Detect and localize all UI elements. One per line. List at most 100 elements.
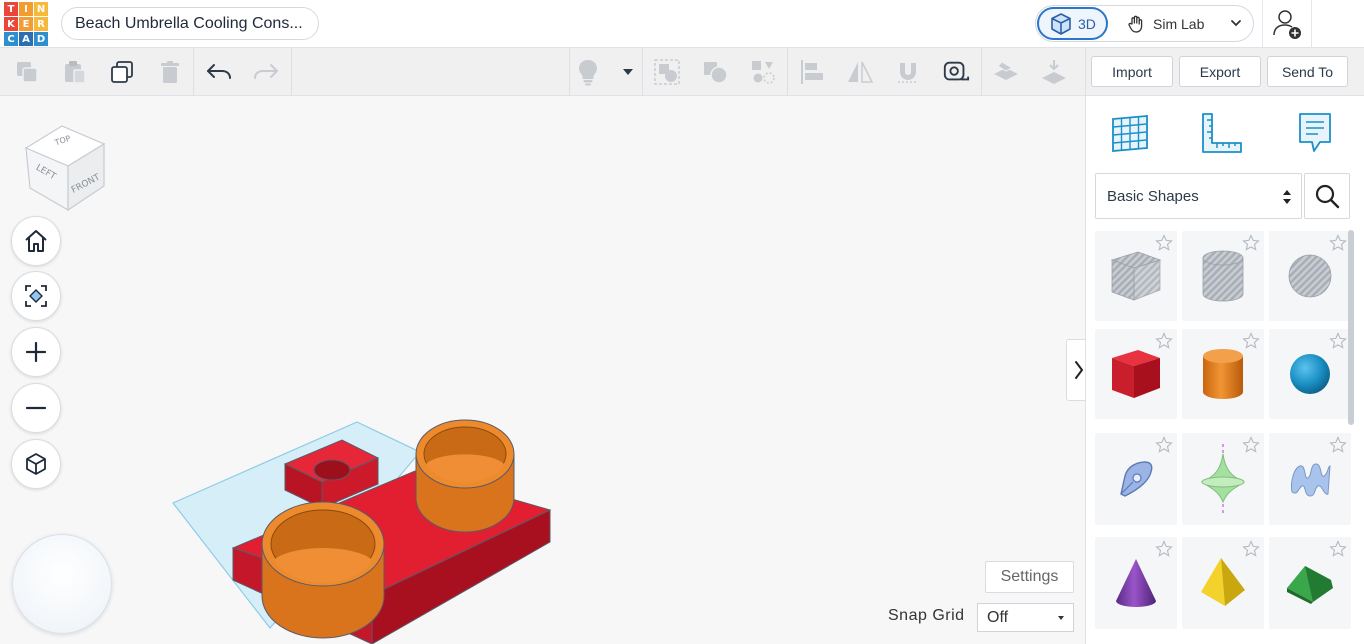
star-icon[interactable] [1329,436,1347,454]
copy-button[interactable] [13,58,41,86]
copy-icon [17,62,38,83]
shape-tile-roof[interactable] [1269,537,1351,629]
logo-letter: T [4,2,18,16]
group-button[interactable] [653,58,681,86]
caret-down-icon [1058,616,1064,620]
drop-button[interactable] [1040,58,1068,86]
add-user-button[interactable] [1262,0,1312,48]
shape-tile-box-hole[interactable] [1095,231,1177,321]
import-button[interactable]: Import [1091,56,1173,87]
orbit-joystick[interactable] [12,534,112,634]
minus-icon [25,406,47,410]
design-scene[interactable] [160,416,580,644]
tape-measure-icon [943,61,970,81]
settings-button[interactable]: Settings [985,561,1074,593]
star-icon[interactable] [1329,332,1347,350]
view-cube[interactable]: TOP LEFT FRONT [22,122,112,218]
workplane-button[interactable] [992,58,1020,86]
toolbar-separator [981,48,982,96]
star-icon[interactable] [1155,332,1173,350]
zoom-out-button[interactable] [11,383,61,433]
delete-button[interactable] [156,58,184,86]
toolbar-separator [642,48,643,96]
home-icon [25,230,47,252]
notes-dropdown-button[interactable] [614,58,642,86]
shape-tile-scribble[interactable] [1095,433,1177,525]
roof-icon [1287,566,1333,604]
plus-icon [25,341,47,363]
grid-plane-icon [1112,115,1148,152]
pyramid-icon [1201,558,1245,606]
star-icon[interactable] [1155,436,1173,454]
zoom-in-button[interactable] [11,327,61,377]
star-icon[interactable] [1242,332,1260,350]
star-icon[interactable] [1242,540,1260,558]
undo-button[interactable] [205,58,233,86]
search-icon [1315,184,1340,209]
fit-view-button[interactable] [11,271,61,321]
tinkercad-logo[interactable]: T I N K E R C A D [4,2,48,46]
workplane-tool-button[interactable] [1107,110,1153,156]
undo-icon [207,64,231,79]
mode-3d-label: 3D [1078,15,1096,32]
shape-tile-sphere[interactable] [1269,329,1351,419]
star-icon[interactable] [1155,540,1173,558]
logo-letter: I [19,2,33,16]
mode-simlab-label: Sim Lab [1153,15,1205,32]
cylinder-icon [1203,349,1243,399]
panel-collapse-button[interactable] [1066,339,1085,401]
mode-3d-button[interactable]: 3D [1037,7,1108,40]
project-title[interactable]: Beach Umbrella Cooling Cons... [61,7,319,40]
ungroup-icon [704,62,728,84]
shape-tile-text[interactable] [1269,433,1351,525]
snap-grid-select[interactable]: Off [977,603,1074,632]
shape-tile-box[interactable] [1095,329,1177,419]
star-icon[interactable] [1242,234,1260,252]
duplicate-button[interactable] [108,58,136,86]
shape-tile-shape-generator[interactable] [1182,433,1264,525]
magnet-button[interactable] [894,58,922,86]
ungroup-button[interactable] [701,58,729,86]
star-icon[interactable] [1155,234,1173,252]
shape-search-button[interactable] [1304,173,1350,219]
projection-toggle-button[interactable] [11,439,61,489]
chevron-down-icon[interactable] [1229,16,1243,30]
star-icon[interactable] [1329,234,1347,252]
cruise-button[interactable] [749,58,777,86]
perspective-cube-icon [26,453,46,475]
shape-tile-cylinder[interactable] [1182,329,1264,419]
paste-button[interactable] [61,58,89,86]
ruler-tool-button[interactable] [1199,110,1245,156]
shape-tile-cone[interactable] [1095,537,1177,629]
notes-tool-button[interactable] [1292,110,1338,156]
shapes-scrollbar[interactable] [1348,230,1354,425]
shape-tile-pyramid[interactable] [1182,537,1264,629]
shapes-panel: Basic Shapes [1085,96,1364,644]
drop-to-plane-icon [1042,60,1066,84]
mode-simlab-button[interactable]: Sim Lab [1126,7,1204,40]
align-button[interactable] [798,58,826,86]
ruler-button[interactable] [942,58,970,86]
shape-tile-sphere-hole[interactable] [1269,231,1351,321]
star-icon[interactable] [1242,436,1260,454]
sphere-hole-icon [1288,254,1332,298]
notes-bulb-button[interactable] [574,58,602,86]
toolbar-separator [193,48,194,96]
workplane-viewport[interactable]: TOP LEFT FRONT Settings Snap Grid Off [0,96,1085,644]
redo-button[interactable] [252,58,280,86]
home-view-button[interactable] [11,216,61,266]
logo-letter: D [34,32,48,46]
star-icon[interactable] [1329,540,1347,558]
send-to-button[interactable]: Send To [1267,56,1348,87]
shape-tile-cylinder-hole[interactable] [1182,231,1264,321]
cube-icon [1051,12,1071,35]
mirror-button[interactable] [846,58,874,86]
workplane-icon [994,61,1018,80]
shape-category-label: Basic Shapes [1107,187,1199,205]
shape-category-select[interactable]: Basic Shapes [1095,173,1302,219]
export-button[interactable]: Export [1179,56,1261,87]
group-icon [654,59,680,85]
logo-letter: N [34,2,48,16]
hand-icon [1128,15,1143,33]
tinkercad-app: T I N K E R C A D Beach Umbrella Cooling… [0,0,1364,644]
